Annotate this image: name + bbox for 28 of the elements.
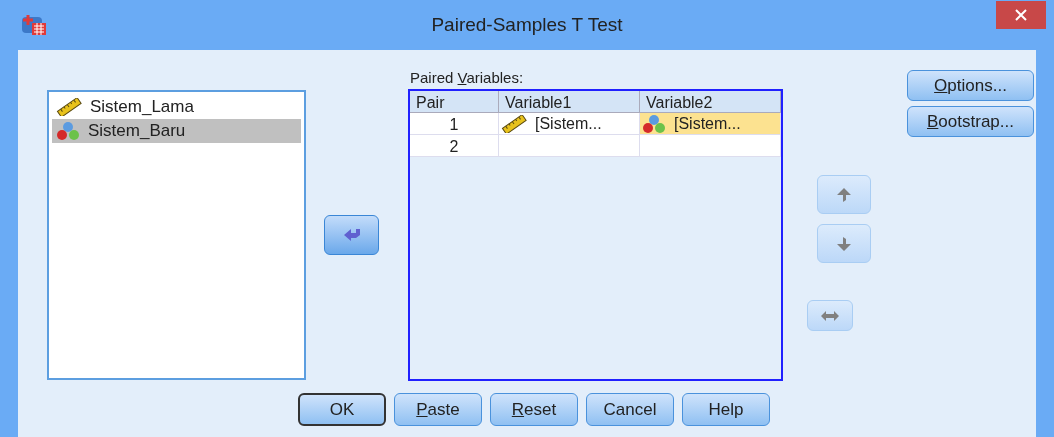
dialog-button[interactable]: Help <box>682 393 770 426</box>
three-balls-icon <box>642 113 666 134</box>
table-cell[interactable]: [Sistem... <box>640 113 781 134</box>
table-cell: 2 <box>410 135 499 156</box>
table-cell[interactable]: [Sistem... <box>499 113 640 134</box>
ruler-icon <box>501 114 527 133</box>
cell-text: [Sistem... <box>535 113 602 134</box>
dialog-button[interactable]: Cancel <box>586 393 674 426</box>
close-button[interactable] <box>996 1 1046 29</box>
move-left-button[interactable] <box>324 215 379 255</box>
column-header: Variable1 <box>499 91 640 112</box>
paired-variables-label: Paired Variables: <box>410 68 525 88</box>
three-balls-icon <box>56 121 80 141</box>
column-header: Variable2 <box>640 91 781 112</box>
dialog-button[interactable]: OK <box>298 393 386 426</box>
variable-item[interactable]: Sistem_Baru <box>52 119 301 143</box>
variable-list[interactable]: Sistem_Lama Sistem_Baru <box>47 90 306 380</box>
column-header: Pair <box>410 91 499 112</box>
table-cell: 1 <box>410 113 499 134</box>
dialog-button[interactable]: Options... <box>907 70 1034 101</box>
dialog-button[interactable]: Reset <box>490 393 578 426</box>
variable-item[interactable]: Sistem_Lama <box>52 95 301 119</box>
paired-variables-table[interactable]: Pair Variable1 Variable2 1 [Sistem... [Sistem... 2 <box>408 89 783 381</box>
dialog-button[interactable]: Bootstrap... <box>907 106 1034 137</box>
close-icon <box>1015 9 1027 21</box>
dialog-button[interactable]: Paste <box>394 393 482 426</box>
window-title: Paired-Samples T Test <box>430 12 624 37</box>
cell-text: [Sistem... <box>674 113 741 134</box>
